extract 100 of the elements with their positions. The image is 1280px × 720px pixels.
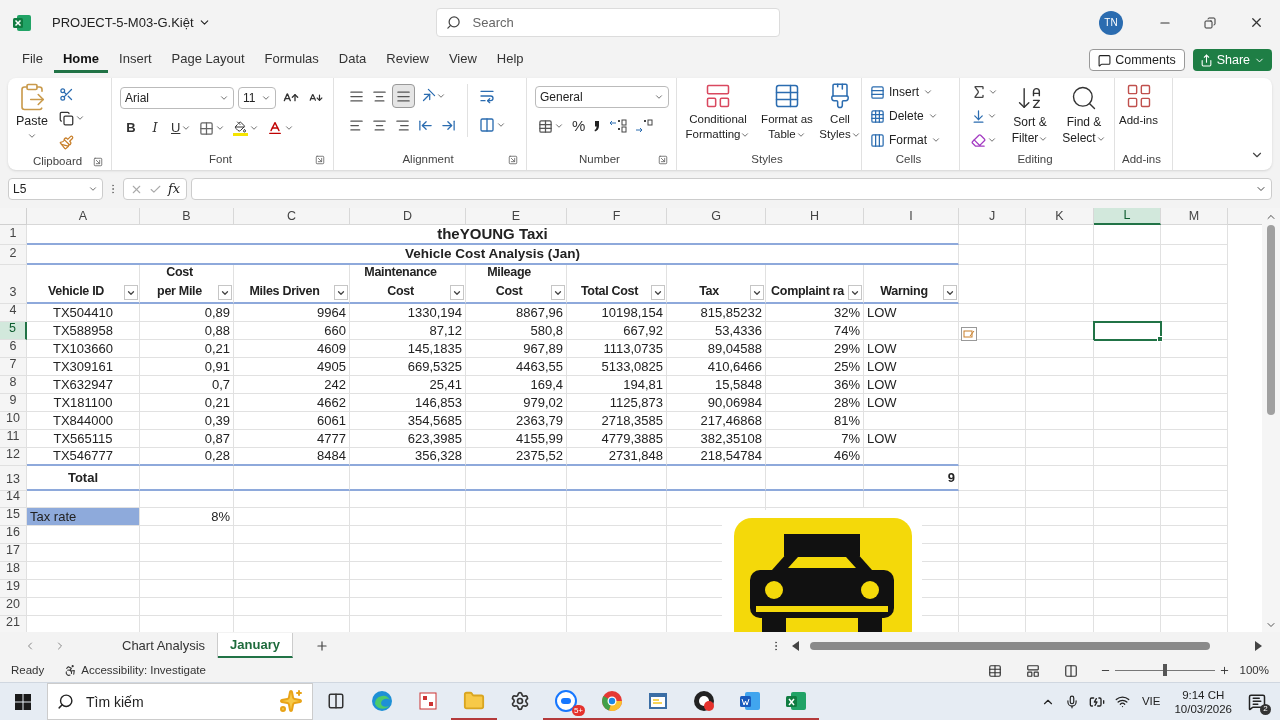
column-letter[interactable]: G [667,208,766,225]
bold-button[interactable]: B [120,116,142,140]
row-number[interactable]: 17 [0,544,27,562]
cells-button[interactable]: Delete [870,104,941,128]
table-cell: 0,87 [140,430,234,448]
taskbar-app[interactable]: 5+ [543,683,589,720]
number-format-field[interactable]: General [535,86,669,108]
row-number[interactable]: 5 [0,322,27,340]
workbook-title[interactable]: PROJECT-5-M03-G.Kiệt [52,12,211,33]
row-number[interactable]: 11 [0,430,27,448]
table-cell: 382,35108 [667,430,766,448]
name-box[interactable]: L5 [8,178,103,200]
column-header: Mileage Cost [486,264,532,300]
table-cell: 169,4 [466,376,567,394]
cells-button[interactable]: Format [870,128,941,152]
row-number[interactable]: 6 [0,340,27,358]
zoom-level[interactable]: 100% [1239,661,1269,680]
add-ins-button[interactable]: Add-ins [1119,78,1158,130]
style-button[interactable]: Cell Styles [819,82,861,142]
ribbon-tab[interactable]: Review [377,47,438,73]
table-cell: 2731,848 [567,448,667,466]
percent-button[interactable]: % [569,114,589,138]
row-number[interactable]: 14 [0,491,27,508]
row-number[interactable]: 15 [0,508,27,526]
column-letter[interactable]: L [1094,208,1161,225]
ribbon-tab[interactable]: Data [329,47,376,73]
ribbon-tab[interactable]: View [439,47,486,73]
underline-button[interactable]: U [168,116,195,140]
editing-button[interactable]: Sort & Filter [1005,80,1055,152]
group-label: Styles [751,152,783,168]
table-cell: LOW [864,358,959,376]
ribbon-tab[interactable]: Page Layout [162,47,254,73]
column-letter[interactable]: M [1161,208,1228,225]
row-number[interactable]: 2 [0,245,27,265]
table-cell: 667,92 [567,322,667,340]
sheet-tab[interactable]: January [218,633,293,658]
column-letter[interactable]: F [567,208,667,225]
column-letter[interactable]: E [466,208,567,225]
italic-button[interactable]: I [144,116,166,140]
column-header: Cost per Mile [156,264,203,300]
ribbon-tab[interactable]: Insert [110,47,161,73]
row-number[interactable]: 1 [0,225,27,245]
row-number[interactable]: 4 [0,304,27,322]
taskbar-search-field[interactable]: Tìm kiếm [47,683,313,720]
column-header: Tax [698,283,720,300]
table-cell: 4155,99 [466,430,567,448]
cells-button[interactable]: Insert [870,80,941,104]
comments-button[interactable]: Comments [1089,49,1185,71]
column-letter[interactable]: H [766,208,864,225]
table-cell: TX546777 [27,448,140,466]
row-number[interactable]: 18 [0,562,27,580]
column-letter[interactable]: I [864,208,959,225]
column-letter[interactable]: D [350,208,466,225]
table-cell: 4662 [234,394,350,412]
row-number[interactable]: 8 [0,376,27,394]
row-number[interactable]: 21 [0,616,27,632]
row-number[interactable]: 13 [0,466,27,491]
share-button[interactable]: Share [1192,49,1272,71]
row-number[interactable]: 9 [0,394,27,412]
table-cell: 81% [766,412,864,430]
ribbon-tab[interactable]: Home [53,47,109,73]
accessibility-status[interactable]: Accessibility: Investigate [81,661,206,680]
table-cell: 0,91 [140,358,234,376]
column-letter[interactable]: J [959,208,1026,225]
table-cell: 10198,154 [567,304,667,322]
search-field[interactable]: Search [435,8,780,37]
clock-time[interactable]: 9:14 CH [1182,687,1225,702]
style-button[interactable]: Conditional Formatting [681,82,755,142]
group-label: Alignment [402,152,454,168]
table-cell: TX844000 [27,412,140,430]
row-number[interactable]: 19 [0,580,27,598]
column-letter[interactable]: C [234,208,350,225]
table-cell: 9 [864,466,959,491]
row-number[interactable]: 12 [0,448,27,466]
paste-button[interactable]: Paste [12,82,52,154]
row-number[interactable]: 10 [0,412,27,430]
row-number[interactable]: 16 [0,526,27,544]
notification-count: 2 [1260,703,1271,715]
table-cell: TX588958 [27,322,140,340]
column-letter[interactable]: B [140,208,234,225]
table-cell: 9964 [234,304,350,322]
font-name-field[interactable]: Arial [120,87,234,109]
clock-date[interactable]: 10/03/2026 [1174,701,1232,716]
row-number[interactable]: 3 [0,265,27,304]
status-text: Ready [11,662,45,678]
style-button[interactable]: Format as Table [755,82,819,142]
table-cell: 410,6466 [667,358,766,376]
insert-function-button[interactable]: fx [168,179,181,199]
column-letter[interactable]: A [27,208,140,225]
table-cell: 7% [766,430,864,448]
editing-button[interactable]: Find & Select [1059,80,1109,152]
row-number[interactable]: 20 [0,598,27,616]
ribbon-tab[interactable]: File [13,47,52,73]
ribbon-tab[interactable]: Formulas [255,47,328,73]
table-cell: 4905 [234,358,350,376]
row-number[interactable]: 7 [0,358,27,376]
ribbon-tab[interactable]: Help [487,47,533,73]
language-indicator[interactable]: VIE [1141,692,1161,711]
table-cell: 0,21 [140,394,234,412]
font-size-field[interactable]: 11 [238,87,276,109]
